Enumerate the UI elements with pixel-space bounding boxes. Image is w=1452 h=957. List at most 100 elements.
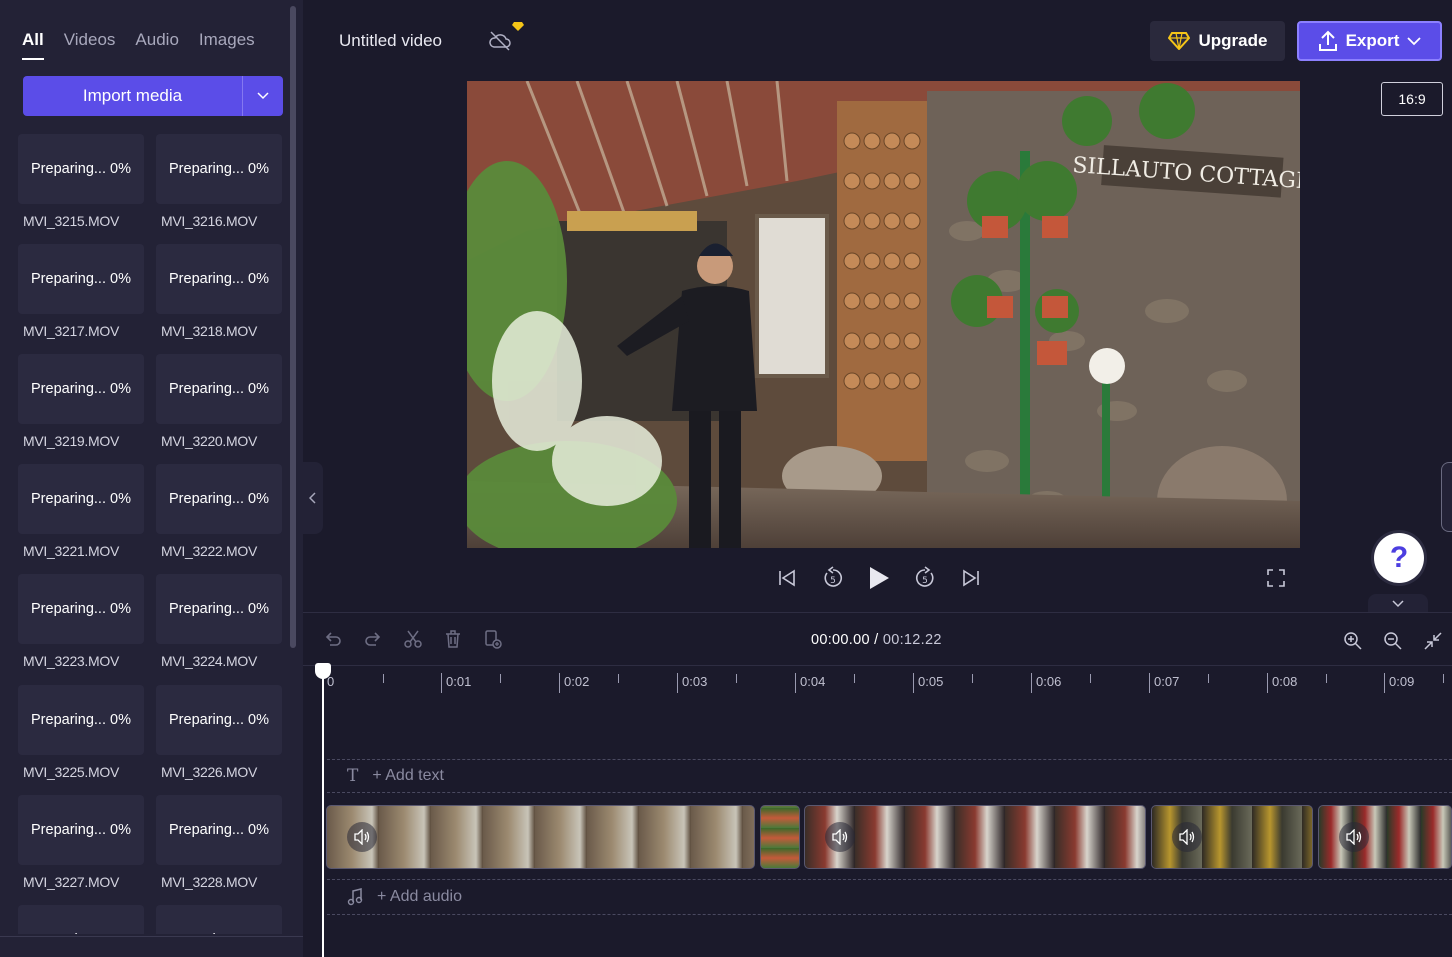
undo-button[interactable] — [323, 627, 343, 651]
media-item-status: Preparing... 0% — [156, 354, 282, 424]
media-item[interactable]: Preparing... 0% MVI_3215.MOV — [18, 134, 148, 229]
cloud-off-icon[interactable] — [488, 30, 512, 57]
zoom-out-button[interactable] — [1383, 629, 1403, 653]
import-media-button[interactable]: Import media — [23, 76, 283, 116]
right-panel-handle[interactable] — [1441, 462, 1452, 532]
playback-controls: 5 5 — [775, 562, 983, 594]
ruler-tick: 0:03 — [677, 673, 707, 693]
media-item[interactable]: Preparing... 0% MVI_3227.MOV — [18, 795, 148, 890]
volume-icon[interactable] — [1339, 822, 1369, 852]
media-item-name: MVI_3218.MOV — [161, 323, 257, 339]
diamond-icon — [1167, 32, 1190, 50]
media-item[interactable]: Preparing... 0% MVI_3228.MOV — [156, 795, 286, 890]
ruler-minor-tick — [1443, 674, 1444, 683]
tab-images[interactable]: Images — [199, 30, 255, 60]
import-dropdown-button[interactable] — [243, 76, 283, 116]
video-clip[interactable] — [760, 805, 800, 869]
media-grid: Preparing... 0% MVI_3215.MOV Preparing...… — [18, 134, 286, 934]
collapse-arrows-icon — [1424, 632, 1442, 650]
media-item[interactable]: Preparing... 0% MVI_3220.MOV — [156, 354, 286, 449]
help-collapse-button[interactable] — [1368, 594, 1428, 614]
video-clip[interactable] — [1151, 805, 1313, 869]
fit-timeline-button[interactable] — [1423, 629, 1443, 653]
timeline-ruler[interactable]: 0 0:01 0:02 0:03 0:04 0:05 0:06 0:07 0:0… — [303, 665, 1452, 701]
video-preview[interactable]: SILLAUTO COTTAGE — [467, 81, 1300, 548]
video-clip[interactable] — [804, 805, 1146, 869]
media-item[interactable]: Preparing... 0% MVI_3223.MOV — [18, 574, 148, 669]
tab-all[interactable]: All — [22, 30, 44, 60]
play-button[interactable] — [867, 562, 891, 594]
aspect-ratio-button[interactable]: 16:9 — [1381, 82, 1443, 116]
ruler-minor-tick — [736, 674, 737, 683]
zoom-in-button[interactable] — [1343, 629, 1363, 653]
zoom-controls — [1343, 629, 1443, 653]
add-audio-track[interactable]: + Add audio — [327, 879, 1452, 915]
zoom-in-icon — [1344, 632, 1362, 650]
premium-gem-icon — [512, 19, 524, 37]
media-item-status: Preparing... 0% — [156, 795, 282, 865]
export-label: Export — [1345, 31, 1400, 50]
forward-5s-button[interactable]: 5 — [913, 562, 937, 594]
media-item[interactable]: Preparing... 0% MVI_3217.MOV — [18, 244, 148, 339]
playhead[interactable] — [322, 665, 324, 957]
ruler-minor-tick — [500, 674, 501, 683]
ruler-tick: 0:01 — [441, 673, 471, 693]
media-item[interactable]: Preparing... 0% MVI_3226.MOV — [156, 685, 286, 780]
media-item-status: Preparing... 0% — [156, 905, 282, 934]
tab-videos[interactable]: Videos — [64, 30, 116, 60]
media-item[interactable]: Preparing... 0% MVI_3216.MOV — [156, 134, 286, 229]
media-item[interactable]: Preparing... 0% MVI_3221.MOV — [18, 464, 148, 559]
media-item[interactable]: Preparing... 0% MVI_3225.MOV — [18, 685, 148, 780]
volume-icon[interactable] — [347, 822, 377, 852]
redo-button[interactable] — [363, 627, 383, 651]
media-item[interactable]: Preparing... 0% MVI_3222.MOV — [156, 464, 286, 559]
media-panel: All Videos Audio Images Import media Pre… — [0, 0, 303, 957]
media-item-name: MVI_3222.MOV — [161, 543, 257, 559]
fullscreen-icon — [1267, 569, 1285, 587]
media-item-status: Preparing... 0% — [18, 244, 144, 314]
playhead-handle[interactable] — [315, 663, 331, 679]
media-item-name: MVI_3216.MOV — [161, 213, 257, 229]
upgrade-label: Upgrade — [1198, 31, 1268, 50]
help-button[interactable]: ? — [1374, 533, 1424, 583]
split-button[interactable] — [403, 627, 423, 651]
skip-back-icon — [779, 569, 795, 587]
duplicate-button[interactable] — [483, 627, 503, 651]
add-text-label: + Add text — [372, 767, 444, 784]
video-clip[interactable] — [326, 805, 755, 869]
svg-text:5: 5 — [830, 576, 836, 586]
ruler-minor-tick — [618, 674, 619, 683]
scissors-icon — [404, 630, 422, 648]
media-item[interactable]: Preparing... 0% MVI_3218.MOV — [156, 244, 286, 339]
media-item-name: MVI_3220.MOV — [161, 433, 257, 449]
ruler-minor-tick — [1326, 674, 1327, 683]
video-clip[interactable] — [1318, 805, 1452, 869]
question-icon: ? — [1389, 541, 1409, 574]
skip-to-end-button[interactable] — [959, 562, 983, 594]
collapse-panel-button[interactable] — [303, 462, 323, 534]
media-panel-scrollbar[interactable] — [290, 6, 296, 648]
import-media-label[interactable]: Import media — [23, 76, 243, 116]
forward-5-icon: 5 — [915, 566, 934, 587]
delete-button[interactable] — [443, 627, 463, 651]
skip-to-start-button[interactable] — [775, 562, 799, 594]
timeline-toolbar — [323, 627, 503, 651]
fullscreen-button[interactable] — [1266, 568, 1286, 593]
export-button[interactable]: Export — [1297, 21, 1442, 61]
media-item[interactable]: Preparing... 0% MVI_3224.MOV — [156, 574, 286, 669]
media-tabs: All Videos Audio Images — [22, 30, 255, 60]
video-track — [326, 805, 1452, 869]
volume-icon[interactable] — [1172, 822, 1202, 852]
media-item[interactable]: Preparing... 0% — [156, 905, 286, 934]
volume-icon[interactable] — [825, 822, 855, 852]
ruler-tick: 0:06 — [1031, 673, 1061, 693]
ruler-tick: 0:07 — [1149, 673, 1179, 693]
add-text-track[interactable]: T + Add text — [327, 759, 1452, 793]
media-item[interactable]: Preparing... 0% MVI_3219.MOV — [18, 354, 148, 449]
upgrade-button[interactable]: Upgrade — [1150, 21, 1285, 61]
rewind-5s-button[interactable]: 5 — [821, 562, 845, 594]
media-item[interactable]: Preparing... 0% — [18, 905, 148, 934]
ruler-tick: 0:04 — [795, 673, 825, 693]
project-title[interactable]: Untitled video — [339, 31, 442, 51]
tab-audio[interactable]: Audio — [135, 30, 178, 60]
